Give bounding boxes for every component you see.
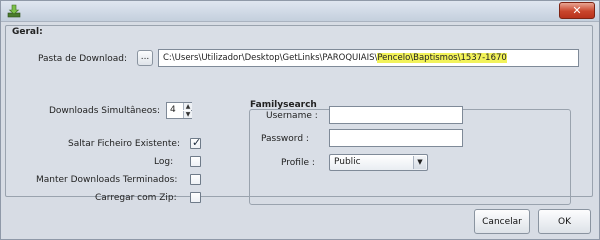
simultaneous-spinner[interactable]: 4 ▲ ▼ <box>166 102 192 119</box>
load-zip-checkbox[interactable] <box>190 192 201 203</box>
spinner-up-icon[interactable]: ▲ <box>183 103 192 110</box>
password-input[interactable] <box>329 129 463 147</box>
skip-existing-checkbox[interactable]: ✓ <box>190 136 202 149</box>
chevron-down-icon: ▼ <box>413 156 426 169</box>
dialog-body: Geral: Pasta de Download: ... C:\Users\U… <box>1 22 599 239</box>
close-button[interactable]: ✕ <box>559 2 595 19</box>
keep-finished-label: Manter Downloads Terminados: <box>36 175 178 185</box>
download-path-highlight: Pencelo\Baptismos\1537-1670 <box>377 53 507 63</box>
settings-dialog: ✕ Geral: Pasta de Download: ... C:\Users… <box>0 0 600 240</box>
log-label: Log: <box>154 157 174 167</box>
close-icon: ✕ <box>572 4 582 17</box>
title-bar: ✕ <box>1 1 599 22</box>
check-icon: ✓ <box>192 136 202 149</box>
download-path-label: Pasta de Download: <box>38 54 128 64</box>
keep-finished-checkbox[interactable] <box>190 174 201 185</box>
familysearch-title: Familysearch <box>250 100 317 110</box>
download-arrow-icon <box>7 4 21 18</box>
profile-select[interactable]: Public ▼ <box>329 154 428 171</box>
simultaneous-value: 4 <box>170 105 176 115</box>
simultaneous-label: Downloads Simultâneos: <box>49 106 160 116</box>
profile-label: Profile : <box>281 158 315 168</box>
log-checkbox[interactable] <box>190 156 201 167</box>
ok-button[interactable]: OK <box>538 209 591 234</box>
skip-existing-label: Saltar Ficheiro Existente: <box>68 139 180 149</box>
browse-button[interactable]: ... <box>137 50 153 66</box>
username-label: Username : <box>266 111 318 121</box>
load-zip-label: Carregar com Zip: <box>95 193 177 203</box>
spinner-down-icon[interactable]: ▼ <box>183 111 192 118</box>
cancel-button[interactable]: Cancelar <box>474 209 530 234</box>
profile-value: Public <box>334 157 361 167</box>
ok-button-label: OK <box>558 216 571 227</box>
username-input[interactable] <box>329 106 463 124</box>
browse-button-label: ... <box>140 52 150 62</box>
cancel-button-label: Cancelar <box>482 216 522 227</box>
download-path-value: C:\Users\Utilizador\Desktop\GetLinks\PAR… <box>163 53 378 63</box>
download-path-input[interactable]: C:\Users\Utilizador\Desktop\GetLinks\PAR… <box>158 49 579 67</box>
general-group-title: Geral: <box>12 27 43 37</box>
password-label: Password : <box>261 134 309 144</box>
